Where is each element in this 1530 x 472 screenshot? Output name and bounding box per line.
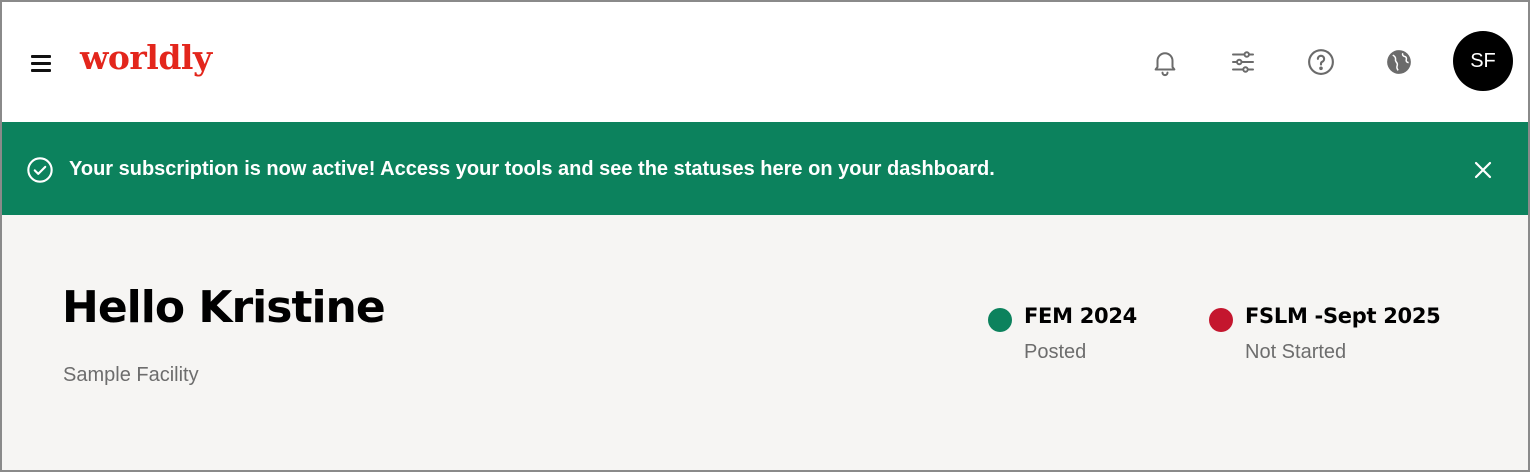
facility-name: Sample Facility (63, 364, 199, 386)
menu-icon[interactable] (26, 48, 56, 78)
user-avatar[interactable]: SF (1453, 31, 1513, 91)
top-navigation-bar: worldly SF (2, 2, 1528, 122)
app-window: worldly SF Your subscription is now acti… (0, 0, 1530, 472)
sliders-icon[interactable] (1224, 43, 1262, 81)
globe-icon[interactable] (1380, 43, 1418, 81)
worldly-logo[interactable]: worldly (80, 38, 212, 77)
banner-message: Your subscription is now active! Access … (69, 158, 995, 180)
bell-icon[interactable] (1146, 43, 1184, 81)
greeting-heading: Hello Kristine (62, 282, 386, 333)
close-icon[interactable] (1468, 155, 1498, 185)
subscription-success-banner: Your subscription is now active! Access … (2, 122, 1528, 215)
help-circle-icon[interactable] (1302, 43, 1340, 81)
check-circle-icon (27, 157, 53, 183)
status-dot (1209, 308, 1233, 332)
status-dot (988, 308, 1012, 332)
status-title: FSLM -Sept 2025 (1245, 304, 1441, 328)
status-title: FEM 2024 (1024, 304, 1137, 328)
status-state: Not Started (1245, 341, 1347, 363)
status-state: Posted (1024, 341, 1087, 363)
